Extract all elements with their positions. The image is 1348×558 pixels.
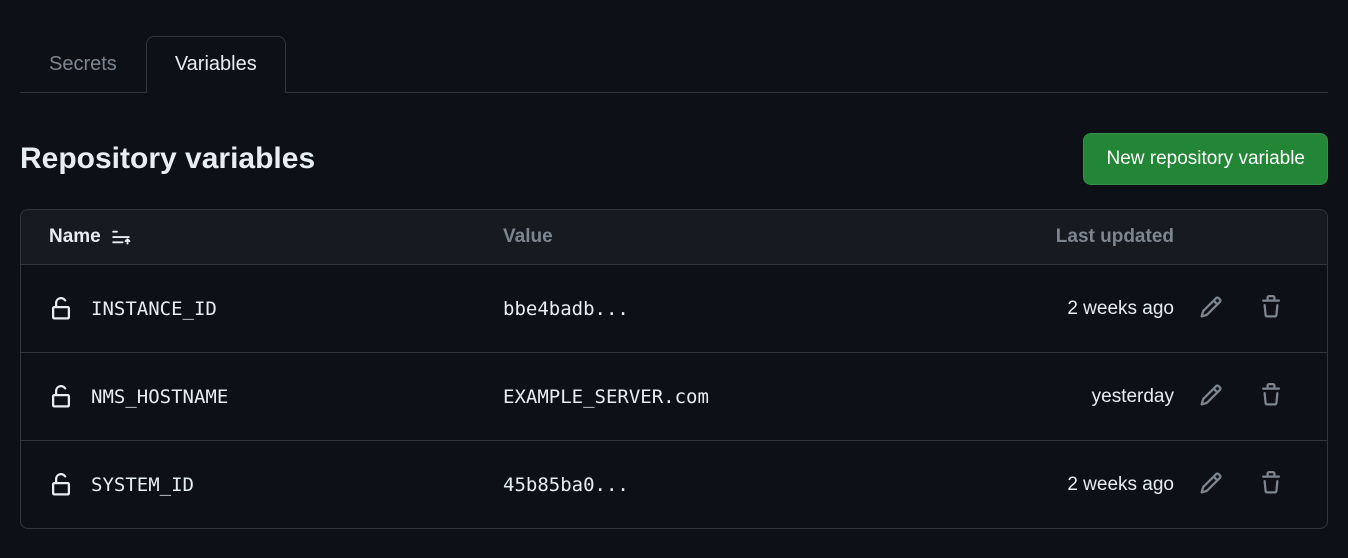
edit-button[interactable] [1195, 291, 1227, 326]
page-title: Repository variables [20, 142, 315, 176]
unlock-icon [49, 385, 73, 409]
variable-updated: yesterday [1006, 386, 1174, 408]
variable-name: SYSTEM_ID [91, 474, 194, 496]
table-row: INSTANCE_ID bbe4badb... 2 weeks ago [21, 265, 1327, 353]
unlock-icon [49, 297, 73, 321]
table-header: Name Value Last updated [21, 210, 1327, 265]
column-header-value: Value [503, 226, 553, 247]
edit-button[interactable] [1195, 379, 1227, 414]
variable-value: EXAMPLE_SERVER.com [503, 386, 1006, 408]
pencil-icon [1199, 295, 1223, 322]
delete-button[interactable] [1255, 291, 1287, 326]
pencil-icon [1199, 471, 1223, 498]
table-row: SYSTEM_ID 45b85ba0... 2 weeks ago [21, 441, 1327, 528]
trash-icon [1259, 383, 1283, 410]
tabs-container: Secrets Variables [20, 36, 1328, 93]
table-row: NMS_HOSTNAME EXAMPLE_SERVER.com yesterda… [21, 353, 1327, 441]
variable-updated: 2 weeks ago [1006, 474, 1174, 496]
variables-table: Name Value Last updated INSTANCE_ID bbe4… [20, 209, 1328, 529]
variable-name: NMS_HOSTNAME [91, 386, 228, 408]
trash-icon [1259, 471, 1283, 498]
variable-value: 45b85ba0... [503, 474, 1006, 496]
delete-button[interactable] [1255, 467, 1287, 502]
delete-button[interactable] [1255, 379, 1287, 414]
variable-updated: 2 weeks ago [1006, 298, 1174, 320]
column-header-name[interactable]: Name [49, 226, 101, 248]
variable-name: INSTANCE_ID [91, 298, 217, 320]
header-row: Repository variables New repository vari… [20, 133, 1328, 185]
edit-button[interactable] [1195, 467, 1227, 502]
variable-value: bbe4badb... [503, 298, 1006, 320]
column-header-updated: Last updated [1056, 226, 1174, 247]
tab-secrets[interactable]: Secrets [20, 36, 146, 92]
new-repository-variable-button[interactable]: New repository variable [1083, 133, 1328, 185]
sort-ascending-icon[interactable] [111, 227, 131, 247]
pencil-icon [1199, 383, 1223, 410]
trash-icon [1259, 295, 1283, 322]
tab-variables[interactable]: Variables [146, 36, 286, 93]
unlock-icon [49, 473, 73, 497]
